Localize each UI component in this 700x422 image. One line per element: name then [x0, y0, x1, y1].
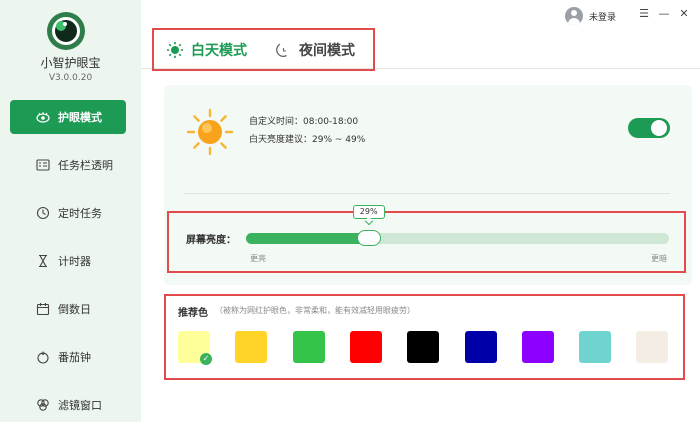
sidebar-item-timer[interactable]: 计时器 — [10, 244, 126, 278]
tab-day-mode[interactable]: 白天模式 — [166, 40, 247, 60]
custom-time-text: 自定义时间：08:00-18:00 — [249, 117, 359, 127]
sidebar-item-pomodoro[interactable]: 番茄钟 — [10, 340, 126, 374]
sidebar: 小智护眼宝 V3.0.0.20 护眼模式 任务栏透明 定时任务 计时器 倒数日 … — [0, 0, 141, 422]
sidebar-item-eye-protection[interactable]: 护眼模式 — [10, 100, 126, 134]
color-swatch[interactable] — [350, 331, 382, 363]
color-swatch[interactable] — [235, 331, 267, 363]
brightness-value-tooltip: 29% — [352, 205, 385, 219]
clock-icon — [36, 206, 50, 220]
app-version: V3.0.0.20 — [48, 73, 93, 83]
sidebar-item-taskbar[interactable]: 任务栏透明 — [10, 148, 126, 182]
color-swatch[interactable] — [636, 331, 668, 363]
minimize-icon[interactable]: — — [658, 8, 670, 20]
moon-icon — [274, 41, 292, 59]
menu-icon[interactable]: ☰ — [638, 8, 650, 20]
color-swatch[interactable] — [579, 331, 611, 363]
filter-icon — [36, 398, 50, 412]
sidebar-item-label: 护眼模式 — [58, 111, 102, 124]
sun-illustration-icon — [186, 108, 234, 156]
recommended-title: 推荐色 — [178, 308, 208, 319]
sidebar-item-label: 倒数日 — [58, 303, 91, 316]
color-swatch[interactable] — [407, 331, 439, 363]
mode-tabs: 白天模式 夜间模式 — [152, 28, 375, 71]
user-login[interactable]: 未登录 — [565, 6, 616, 26]
sidebar-item-scheduled-task[interactable]: 定时任务 — [10, 196, 126, 230]
color-swatch[interactable]: ✓ — [178, 331, 212, 365]
divider — [184, 193, 670, 194]
check-icon: ✓ — [200, 353, 212, 365]
brightness-suggestion-text: 白天亮度建议：29% ~ 49% — [249, 135, 366, 145]
sidebar-item-countdown[interactable]: 倒数日 — [10, 292, 126, 326]
eye-icon — [36, 110, 50, 124]
tab-night-mode[interactable]: 夜间模式 — [274, 40, 355, 60]
brightness-slider-track[interactable] — [246, 233, 669, 244]
brighter-label: 更亮 — [250, 254, 266, 263]
color-swatch[interactable] — [465, 331, 497, 363]
brightness-slider-handle[interactable] — [356, 230, 381, 246]
taskbar-icon — [36, 158, 50, 172]
sidebar-nav: 护眼模式 任务栏透明 定时任务 计时器 倒数日 番茄钟 滤镜窗口 — [10, 100, 126, 422]
color-swatch[interactable] — [293, 331, 325, 363]
app-logo — [47, 12, 85, 50]
app-name: 小智护眼宝 — [40, 56, 101, 70]
brightness-label: 屏幕亮度： — [186, 235, 236, 246]
day-mode-toggle[interactable] — [628, 118, 670, 138]
tab-label: 夜间模式 — [299, 43, 355, 59]
sidebar-item-label: 滤镜窗口 — [58, 399, 102, 412]
login-status: 未登录 — [589, 12, 617, 23]
sidebar-item-label: 计时器 — [58, 255, 91, 268]
calendar-icon — [36, 302, 50, 316]
hourglass-icon — [36, 254, 50, 268]
sidebar-item-label: 番茄钟 — [58, 351, 91, 364]
sidebar-item-label: 任务栏透明 — [58, 159, 113, 172]
sidebar-item-filter-window[interactable]: 滤镜窗口 — [10, 388, 126, 422]
sun-icon — [166, 41, 184, 59]
close-icon[interactable]: ✕ — [678, 8, 690, 20]
brightness-slider-fill — [246, 233, 375, 244]
recommended-note: （被称为网红护眼色，非常柔和，能有效减轻用眼疲劳） — [215, 306, 415, 315]
color-swatch[interactable] — [522, 331, 554, 363]
darker-label: 更暗 — [651, 254, 667, 263]
tomato-icon — [36, 350, 50, 364]
sidebar-item-label: 定时任务 — [58, 207, 102, 220]
avatar — [565, 7, 583, 25]
tab-label: 白天模式 — [191, 43, 247, 59]
